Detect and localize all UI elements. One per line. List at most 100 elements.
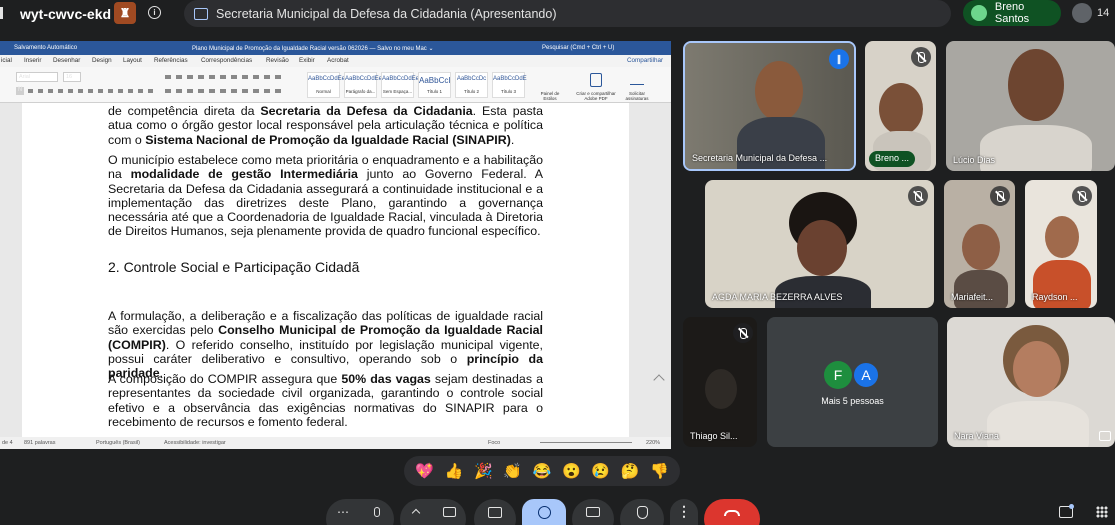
participant-tile-lucio[interactable]: Lúcio Dias — [946, 41, 1115, 171]
participant-head — [705, 369, 737, 409]
muted-mic-icon — [733, 323, 753, 343]
participant-head — [1045, 216, 1079, 258]
present-screen-icon — [194, 7, 208, 20]
word-title-bar: Salvamento Automático Plano Municipal de… — [0, 41, 671, 55]
font-name-box[interactable]: Arial — [16, 72, 58, 82]
menu-item[interactable]: Exibir — [299, 57, 315, 64]
reaction-thinking[interactable]: 🤔 — [621, 462, 640, 480]
participant-tile-breno[interactable]: Breno ... — [865, 41, 936, 171]
participant-body — [954, 270, 1008, 308]
muted-mic-icon — [911, 47, 931, 67]
style-paragraph[interactable]: AaBbCcDdEe Parágrafo da... — [344, 72, 382, 98]
raise-hand-button[interactable] — [620, 499, 664, 525]
present-screen-icon — [488, 506, 502, 518]
style-normal[interactable]: AaBbCcDdEe Normal — [307, 72, 345, 98]
reaction-thumbs-down[interactable]: 👎 — [650, 462, 669, 480]
present-button[interactable] — [474, 499, 516, 525]
hand-icon — [971, 5, 987, 21]
more-options-button[interactable]: ⋮ — [670, 499, 698, 525]
styles-pane-button[interactable]: Painel de Estilos — [536, 91, 564, 101]
muted-mic-icon — [1072, 186, 1092, 206]
style-title-2[interactable]: AaBbCcDc Título 2 — [455, 72, 488, 98]
signature-icon — [630, 73, 644, 85]
more-audio-icon: ⋯ — [337, 505, 349, 519]
paragraph-3: A formulação, a deliberação e a fiscaliz… — [108, 309, 543, 381]
style-title-1[interactable]: AaBbCcI Título 1 — [418, 72, 451, 98]
share-button[interactable]: Compartilhar — [627, 57, 663, 64]
menu-item[interactable]: Revisão — [266, 57, 289, 64]
word-search-box[interactable]: Pesquisar (Cmd + Ctrl + U) — [542, 45, 614, 51]
others-label: Mais 5 pessoas — [821, 396, 884, 406]
paragraph-toolbar — [165, 75, 285, 79]
style-title-3[interactable]: AaBbCcDdE Título 3 — [492, 72, 527, 98]
menu-item[interactable]: Design — [92, 57, 112, 64]
zoom-slider[interactable] — [540, 442, 632, 443]
captions-button[interactable] — [572, 499, 614, 525]
participant-tile-secretaria[interactable]: ∥ Secretaria Municipal da Defesa ... — [683, 41, 856, 171]
participants-avatars-icon[interactable] — [1072, 3, 1092, 23]
font-size-box[interactable]: 16 — [63, 72, 81, 82]
reaction-laugh[interactable]: 😂 — [533, 462, 552, 480]
word-ribbon: Arial 16 N AaBbCcDdEe Normal AaBbCcDdEe Pa… — [0, 67, 671, 103]
style-no-spacing[interactable]: AaBbCcDdEe Sem Espaça... — [381, 72, 419, 98]
muted-mic-icon — [908, 186, 928, 206]
paragraph-2: O município estabelece como meta priorit… — [108, 153, 543, 239]
menu-item[interactable]: Layout — [123, 57, 142, 64]
participant-head — [962, 224, 1000, 270]
avatar-a: A — [852, 361, 880, 389]
menu-item[interactable]: Inserir — [24, 57, 42, 64]
menu-item[interactable]: Referências — [154, 57, 188, 64]
status-page: de 4 — [2, 440, 13, 446]
avatar-f: F — [824, 361, 852, 389]
presenting-label: Secretaria Municipal da Defesa da Cidada… — [216, 6, 557, 21]
participant-tile-thiago[interactable]: Thiago Sil... — [683, 317, 757, 447]
participant-name: Breno ... — [869, 151, 916, 167]
status-focus[interactable]: Foco — [488, 440, 500, 446]
participant-tile-mariafeit[interactable]: Mariafeit... — [944, 180, 1015, 308]
format-bold-icon[interactable]: N — [16, 87, 24, 95]
presenting-banner[interactable]: Secretaria Municipal da Defesa da Cidada… — [184, 0, 951, 27]
participant-tile-raydson[interactable]: Raydson ... — [1025, 180, 1097, 308]
reaction-thumbs-up[interactable]: 👍 — [445, 462, 464, 480]
reaction-surprised[interactable]: 😮 — [562, 462, 581, 480]
status-zoom: 220% — [646, 440, 661, 446]
status-words: 891 palavras — [24, 440, 56, 446]
meeting-info-icon[interactable]: i — [148, 6, 161, 19]
participant-body — [980, 125, 1092, 171]
section-heading: 2. Controle Social e Participação Cidadã — [108, 259, 360, 275]
reaction-sad[interactable]: 😢 — [591, 462, 610, 480]
shared-document: Salvamento Automático Plano Municipal de… — [0, 41, 671, 449]
adobe-pdf-button[interactable]: Criar e compartilhar Adobe PDF — [570, 91, 622, 101]
video-options-button[interactable] — [400, 499, 432, 525]
menu-item[interactable]: Desenhar — [53, 57, 80, 64]
others-tile[interactable]: F A Mais 5 pessoas — [767, 317, 938, 447]
reaction-heart[interactable]: 💖 — [415, 462, 434, 480]
chat-button[interactable] — [1052, 499, 1080, 525]
companion-app-icon[interactable]: ♜ — [114, 2, 136, 24]
word-status-bar: de 4 891 palavras Português (Brasil) Ace… — [0, 437, 671, 449]
mic-button[interactable] — [360, 499, 394, 525]
presenter-user-name: Breno Santos — [994, 1, 1030, 25]
chat-notification-dot — [1069, 504, 1074, 509]
paragraph-4: A composição do COMPIR assegura que 50% … — [108, 372, 544, 429]
raised-hand-pill[interactable]: Breno Santos — [963, 0, 1061, 26]
participant-tile-agda[interactable]: AGDA MARIA BEZERRA ALVES — [705, 180, 934, 308]
participant-name: Raydson ... — [1032, 292, 1078, 302]
participant-tile-nara[interactable]: Nara Viana — [947, 317, 1115, 447]
request-signatures-button[interactable]: Solicitar assinaturas — [622, 91, 652, 101]
participant-count: 14 — [1097, 7, 1110, 19]
menu-item[interactable]: icial — [1, 57, 12, 64]
menu-item[interactable]: Correspondências — [201, 57, 252, 64]
reaction-clap[interactable]: 👏 — [503, 462, 522, 480]
emoji-icon — [537, 505, 551, 519]
emoji-button[interactable] — [522, 499, 566, 525]
reaction-party[interactable]: 🎉 — [474, 462, 493, 480]
document-page: de competência direta da Secretaria da D… — [22, 103, 629, 438]
end-call-button[interactable] — [704, 499, 760, 525]
menu-item[interactable]: Acrobat — [327, 57, 349, 64]
doc-scroll-up-icon[interactable] — [653, 374, 665, 386]
camera-button[interactable] — [432, 499, 466, 525]
activities-button[interactable] — [1088, 499, 1115, 525]
audio-options-button[interactable]: ⋯ — [326, 499, 360, 525]
pin-icon[interactable] — [1099, 431, 1111, 441]
